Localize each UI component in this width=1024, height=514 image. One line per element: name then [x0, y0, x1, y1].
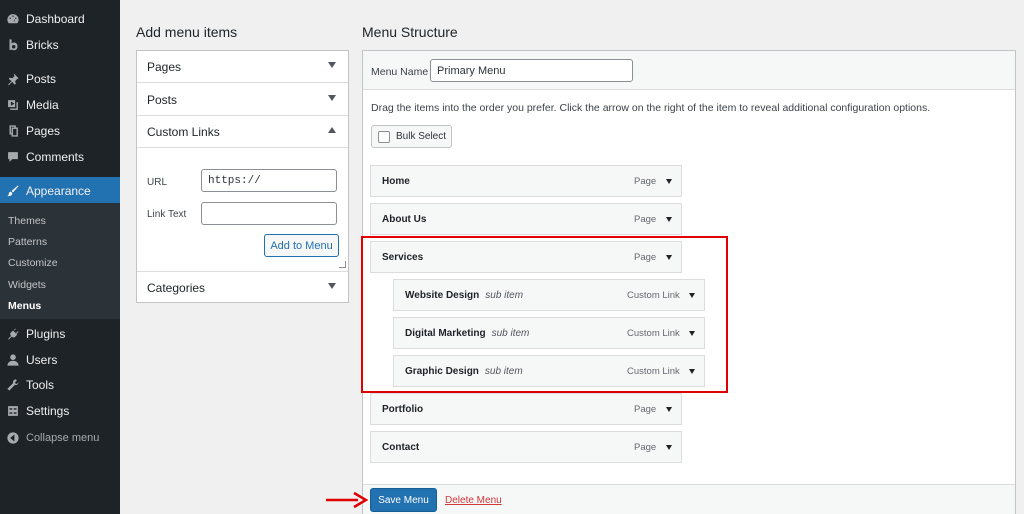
- brush-icon: [0, 184, 26, 198]
- menu-name-input[interactable]: [430, 59, 633, 82]
- sidebar-item-settings[interactable]: Settings: [0, 398, 120, 424]
- admin-sidebar: Dashboard Bricks Posts Media Pages Comme…: [0, 0, 120, 514]
- accordion-label: Pages: [147, 59, 182, 74]
- menu-item-type: Page: [634, 441, 657, 453]
- sidebar-item-plugins[interactable]: Plugins: [0, 321, 120, 347]
- sidebar-item-posts[interactable]: Posts: [0, 66, 120, 92]
- item-toggle-arrow-icon[interactable]: [666, 217, 672, 222]
- menu-structure-heading: Menu Structure: [362, 24, 458, 40]
- menu-item-portfolio[interactable]: Portfolio Page: [370, 393, 682, 425]
- url-label: URL: [147, 177, 168, 188]
- sidebar-item-label: Appearance: [26, 184, 91, 198]
- sidebar-item-pages[interactable]: Pages: [0, 118, 120, 144]
- delete-menu-link[interactable]: Delete Menu: [445, 495, 502, 506]
- url-input[interactable]: [201, 169, 337, 192]
- plug-icon: [0, 327, 26, 341]
- chevron-down-icon: [328, 283, 336, 289]
- sidebar-item-media[interactable]: Media: [0, 92, 120, 118]
- accordion-label: Categories: [147, 280, 206, 295]
- sidebar-item-label: Media: [26, 98, 59, 112]
- sidebar-item-comments[interactable]: Comments: [0, 144, 120, 170]
- menu-item-type: Page: [634, 213, 657, 225]
- menu-item-home[interactable]: Home Page: [370, 165, 682, 197]
- bulk-select-label: Bulk Select: [396, 131, 447, 142]
- sidebar-item-dashboard[interactable]: Dashboard: [0, 6, 120, 32]
- menu-name-label: Menu Name: [371, 66, 429, 78]
- menu-item-contact[interactable]: Contact Page: [370, 431, 682, 463]
- submenu-item-menus[interactable]: Menus: [8, 300, 41, 312]
- chevron-down-icon: [328, 95, 336, 101]
- instructions-text: Drag the items into the order you prefer…: [371, 102, 931, 114]
- sidebar-item-label: Comments: [26, 150, 85, 164]
- sidebar-item-label: Collapse menu: [26, 432, 100, 444]
- resize-handle[interactable]: [339, 261, 346, 268]
- link-text-input[interactable]: [201, 202, 337, 225]
- sidebar-item-label: Dashboard: [26, 12, 85, 26]
- submenu-item-widgets[interactable]: Widgets: [8, 279, 46, 291]
- collapse-icon: [0, 431, 26, 445]
- add-to-menu-button[interactable]: Add to Menu: [264, 234, 339, 257]
- accordion-custom-links[interactable]: Custom Links: [137, 116, 348, 148]
- user-icon: [0, 353, 26, 367]
- menu-item-type: Page: [634, 403, 657, 415]
- collapse-menu-button[interactable]: Collapse menu: [0, 425, 120, 451]
- sidebar-item-appearance[interactable]: Appearance: [0, 177, 120, 205]
- add-menu-items-heading: Add menu items: [136, 24, 238, 40]
- bulk-select-button[interactable]: Bulk Select: [371, 125, 452, 148]
- menu-item-title: Home: [382, 175, 410, 187]
- wrench-icon: [0, 378, 26, 392]
- save-menu-button[interactable]: Save Menu: [370, 488, 437, 512]
- menu-item-type: Page: [634, 175, 657, 187]
- appearance-submenu: Themes Patterns Customize Widgets Menus: [0, 203, 120, 319]
- chevron-up-icon: [328, 127, 336, 133]
- highlight-box: [361, 236, 728, 393]
- sidebar-item-label: Plugins: [26, 327, 66, 341]
- sidebar-item-label: Bricks: [26, 38, 59, 52]
- sidebar-item-label: Tools: [26, 378, 55, 392]
- add-menu-items-panel: Pages Posts Custom Links URL Link Text A…: [136, 50, 349, 303]
- menu-item-about-us[interactable]: About Us Page: [370, 203, 682, 235]
- media-icon: [0, 98, 26, 112]
- settings-icon: [0, 404, 26, 418]
- sidebar-item-bricks[interactable]: Bricks: [0, 32, 120, 58]
- accordion-categories[interactable]: Categories: [137, 271, 348, 303]
- sidebar-item-label: Settings: [26, 404, 70, 418]
- bulk-select-checkbox[interactable]: [378, 130, 390, 143]
- item-toggle-arrow-icon[interactable]: [666, 179, 672, 184]
- accordion-pages[interactable]: Pages: [137, 51, 348, 83]
- pages-icon: [0, 124, 26, 138]
- dashboard-icon: [0, 12, 26, 26]
- pin-icon: [0, 72, 26, 86]
- sidebar-item-tools[interactable]: Tools: [0, 372, 120, 398]
- menu-name-bar: Menu Name: [363, 51, 1015, 90]
- submenu-item-patterns[interactable]: Patterns: [8, 236, 47, 248]
- menu-item-title: About Us: [382, 213, 427, 225]
- accordion-label: Custom Links: [147, 124, 220, 139]
- accordion-label: Posts: [147, 92, 178, 107]
- submenu-item-customize[interactable]: Customize: [8, 257, 58, 269]
- bricks-icon: [0, 38, 26, 52]
- comment-icon: [0, 150, 26, 164]
- accordion-posts[interactable]: Posts: [137, 84, 348, 116]
- sidebar-item-users[interactable]: Users: [0, 347, 120, 373]
- item-toggle-arrow-icon[interactable]: [666, 445, 672, 450]
- item-toggle-arrow-icon[interactable]: [666, 407, 672, 412]
- chevron-down-icon: [328, 62, 336, 68]
- sidebar-item-label: Pages: [26, 124, 61, 138]
- sidebar-item-label: Users: [26, 353, 58, 367]
- link-text-label: Link Text: [147, 209, 187, 220]
- menu-item-title: Portfolio: [382, 403, 424, 415]
- submenu-item-themes[interactable]: Themes: [8, 215, 46, 227]
- red-arrow-icon: [326, 491, 368, 509]
- sidebar-item-label: Posts: [26, 72, 57, 86]
- menu-item-title: Contact: [382, 441, 420, 453]
